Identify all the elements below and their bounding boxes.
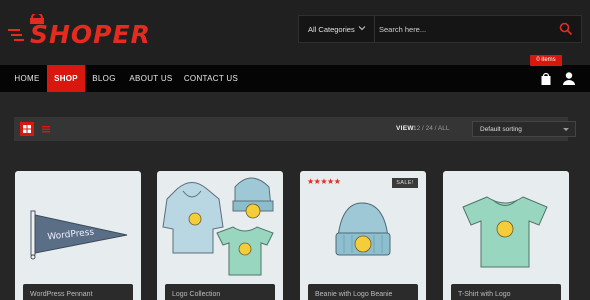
pennant-image: WordPress [30, 210, 128, 260]
product-image[interactable] [157, 171, 283, 283]
grid-view-button[interactable] [20, 122, 34, 136]
product-title[interactable]: Logo Collection [165, 284, 275, 300]
main-nav: HOME SHOP BLOG ABOUT US CONTACT US [0, 65, 590, 92]
cart-count-badge[interactable]: 0 items [530, 55, 562, 66]
product-card[interactable]: WordPress WordPress Pennant [15, 171, 141, 300]
rating-stars: ★★★★★ [307, 177, 341, 186]
nav-item-home[interactable]: HOME [10, 65, 44, 92]
nav-item-contact-us[interactable]: CONTACT US [182, 65, 240, 92]
sort-select-value: Default sorting [480, 126, 522, 133]
tshirt-image [462, 196, 548, 268]
category-select-value: All Categories [308, 25, 355, 34]
product-image[interactable]: WordPress [15, 171, 141, 283]
nav-item-blog[interactable]: BLOG [88, 65, 120, 92]
product-card[interactable]: T-Shirt with Logo [443, 171, 569, 300]
product-image[interactable] [443, 171, 569, 283]
sale-badge: SALE! [392, 178, 418, 188]
nav-item-shop[interactable]: SHOP [47, 65, 85, 92]
logo-collection-image [162, 177, 274, 276]
brand-name: SHOPER [30, 20, 151, 49]
product-title[interactable]: WordPress Pennant [23, 284, 133, 300]
product-title[interactable]: Beanie with Logo Beanie [308, 284, 418, 300]
site-header: SHOPER All Categories [0, 0, 590, 65]
chevron-down-icon [358, 26, 366, 31]
star-icon: ★ [333, 177, 341, 186]
sort-select[interactable]: Default sorting [472, 121, 576, 137]
product-title[interactable]: T-Shirt with Logo [451, 284, 561, 300]
list-view-icon[interactable] [41, 124, 51, 134]
star-icon: ★ [307, 177, 314, 186]
shop-toolbar: VIEW: 12 / 24 / ALL Default sorting [14, 117, 576, 141]
view-count-options[interactable]: 12 / 24 / ALL [413, 125, 450, 132]
chevron-down-icon [563, 127, 569, 132]
product-card[interactable]: Logo Collection [157, 171, 283, 300]
product-card[interactable]: ★★★★★ SALE! Beanie with Logo Beanie [300, 171, 426, 300]
grid-view-icon [23, 125, 31, 133]
search-bar: All Categories [298, 15, 582, 43]
star-icon: ★ [327, 177, 334, 186]
search-input[interactable] [379, 19, 549, 39]
search-icon[interactable] [559, 22, 573, 36]
user-icon[interactable] [562, 71, 576, 85]
category-select[interactable]: All Categories [299, 16, 375, 42]
nav-item-about-us[interactable]: ABOUT US [125, 65, 177, 92]
star-icon: ★ [320, 177, 328, 186]
cart-icon[interactable] [540, 72, 552, 86]
logo[interactable]: SHOPER [8, 14, 150, 54]
